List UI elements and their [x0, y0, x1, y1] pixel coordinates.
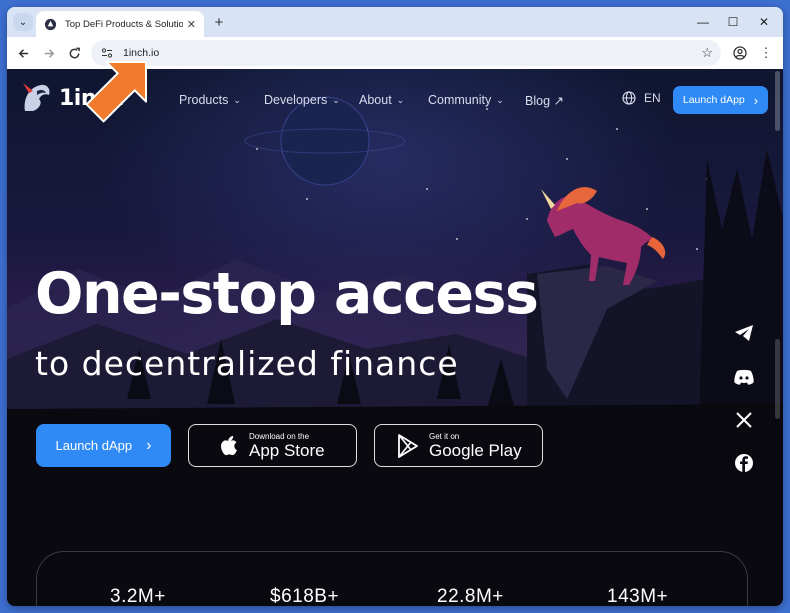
orange-pointer-arrow-icon — [85, 61, 147, 123]
